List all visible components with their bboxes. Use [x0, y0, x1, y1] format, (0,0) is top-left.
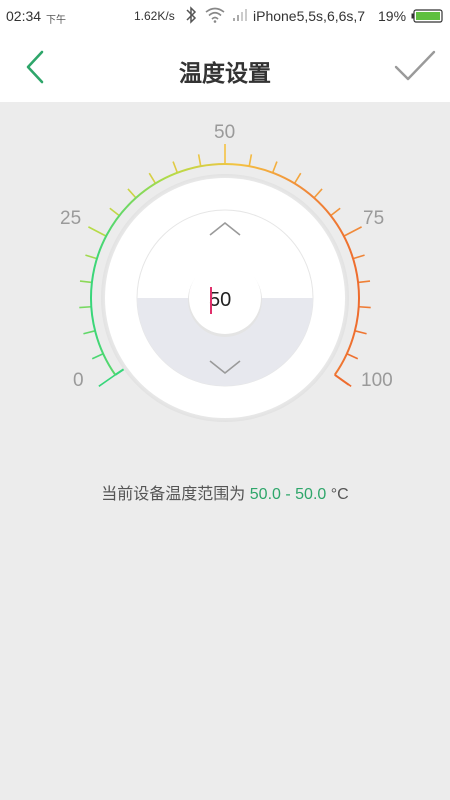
- status-bar: 02:34 下午 1.62K/s iPhone5,5s,6,6s,7 19%: [0, 0, 450, 32]
- dial-arc-end-right: [334, 374, 350, 386]
- dial-minor-tick: [79, 305, 92, 309]
- tick-label-100: 100: [361, 370, 393, 391]
- range-high-value: 50.0: [295, 486, 327, 503]
- range-unit: °C: [330, 486, 349, 503]
- dial-major-tick: [343, 226, 362, 237]
- signal-icon: [232, 8, 248, 25]
- increase-button[interactable]: [208, 220, 242, 238]
- temperature-dial[interactable]: 0 25 50 75 100: [0, 102, 450, 432]
- network-speed: 1.62K/s: [134, 9, 175, 23]
- dial-major-tick: [88, 226, 107, 237]
- dial-minor-tick: [346, 353, 359, 360]
- dial-minor-tick: [109, 207, 120, 217]
- dial-minor-tick: [358, 305, 371, 309]
- dial-minor-tick: [248, 154, 253, 167]
- dial-minor-tick: [354, 330, 367, 335]
- dial-minor-tick: [127, 188, 137, 199]
- page-title: 温度设置: [179, 60, 271, 86]
- status-time: 02:34: [6, 8, 42, 24]
- range-low-value: 50.0: [249, 486, 281, 503]
- dial-minor-tick: [293, 172, 302, 184]
- dial-minor-tick: [85, 254, 98, 260]
- dial-minor-tick: [172, 161, 179, 174]
- dial-minor-tick: [358, 280, 371, 284]
- dial-minor-tick: [330, 207, 341, 217]
- chevron-down-icon: [209, 360, 241, 375]
- chevron-up-icon: [209, 221, 241, 236]
- battery-icon: [411, 9, 443, 26]
- dial-minor-tick: [271, 161, 278, 174]
- tick-label-75: 75: [363, 208, 385, 229]
- battery-percent: 19%: [378, 8, 407, 24]
- dial-minor-tick: [313, 188, 323, 199]
- dial-minor-tick: [79, 280, 92, 284]
- dial-minor-tick: [91, 353, 104, 360]
- tick-label-50: 50: [214, 122, 236, 143]
- tick-label-0: 0: [73, 370, 84, 391]
- confirm-button[interactable]: [392, 48, 438, 88]
- dial-major-tick: [98, 374, 116, 387]
- tick-label-25: 25: [60, 208, 82, 229]
- dial-minor-tick: [352, 254, 365, 260]
- dial-minor-tick: [197, 154, 202, 167]
- header-bar: 温度设置: [0, 32, 450, 102]
- carrier-label: iPhone5,5s,6,6s,7: [253, 8, 366, 24]
- wifi-icon: [205, 7, 225, 26]
- text-cursor: [210, 287, 212, 314]
- dial-minor-tick: [148, 172, 157, 184]
- status-ampm: 下午: [46, 15, 66, 26]
- range-separator: -: [285, 486, 291, 503]
- temperature-range-text: 当前设备温度范围为 50.0 - 50.0 °C: [0, 480, 450, 504]
- range-prefix: 当前设备温度范围为: [101, 486, 246, 503]
- dial-minor-tick: [83, 330, 96, 335]
- decrease-button[interactable]: [208, 358, 242, 376]
- bluetooth-icon: [184, 6, 198, 27]
- checkmark-icon: [394, 50, 436, 81]
